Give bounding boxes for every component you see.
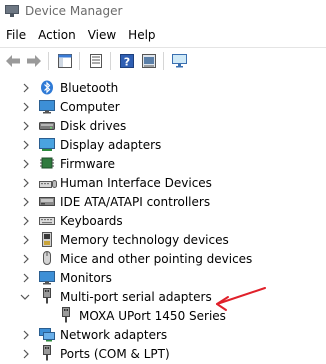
red-arrow-icon [216, 287, 266, 311]
